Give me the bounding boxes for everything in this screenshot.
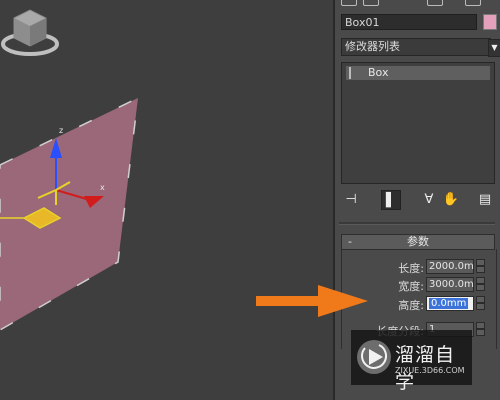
z-axis-label: z: [59, 126, 63, 135]
panel-separator: [339, 222, 495, 225]
modify-tab-icon[interactable]: [363, 0, 379, 6]
height-value-selected: 0.0mm: [429, 298, 469, 309]
perspective-viewport[interactable]: z x: [0, 0, 333, 400]
make-unique-icon[interactable]: ∀: [419, 190, 439, 210]
modifier-list-dropdown[interactable]: 修改器列表 ▼: [341, 38, 500, 57]
length-field[interactable]: 2000.0mm: [426, 259, 474, 274]
watermark-logo-icon: [357, 340, 391, 374]
box-plane[interactable]: [0, 96, 139, 331]
length-segs-spinner[interactable]: [476, 322, 485, 337]
configure-modifier-sets-icon[interactable]: ▤: [475, 190, 495, 210]
stack-item-box[interactable]: Box: [346, 66, 490, 80]
modifier-list-value: 修改器列表: [345, 40, 400, 53]
motion-tab-icon[interactable]: [427, 0, 443, 6]
length-label: 长度:: [398, 262, 424, 275]
parameters-rollout-header[interactable]: - 参数: [341, 234, 495, 250]
viewport-scene: z x: [0, 96, 139, 331]
viewcube-icon[interactable]: [0, 0, 60, 58]
utilities-tab-icon[interactable]: [465, 0, 481, 6]
modifier-stack[interactable]: Box: [341, 62, 495, 184]
height-spinner[interactable]: [476, 296, 485, 311]
annotation-arrow-icon: [256, 285, 368, 317]
length-param-row: 长度: 2000.0mm: [342, 259, 496, 275]
object-name-field[interactable]: Box01: [341, 14, 477, 30]
remove-modifier-icon[interactable]: ✋: [441, 190, 461, 210]
height-field[interactable]: 0.0mm: [426, 296, 474, 311]
width-spinner[interactable]: [476, 277, 485, 292]
rollout-title: 参数: [407, 235, 429, 248]
watermark: 溜溜自学 ZIXUE.3D66.COM: [351, 330, 472, 393]
chevron-down-icon[interactable]: ▼: [488, 39, 500, 57]
x-axis-label: x: [100, 183, 105, 192]
pin-stack-icon[interactable]: ⊣: [341, 190, 361, 210]
stack-item-label: Box: [368, 66, 389, 79]
object-color-swatch[interactable]: [483, 14, 497, 30]
height-label: 高度:: [398, 299, 424, 312]
show-end-result-icon[interactable]: ▌: [381, 190, 401, 210]
width-label: 宽度:: [398, 280, 424, 293]
command-panel-tabs: [335, 0, 500, 8]
width-field[interactable]: 3000.0mm: [426, 277, 474, 292]
stack-toolbar: ⊣ ▌ ∀ ✋ ▤: [341, 188, 497, 212]
create-tab-icon[interactable]: [341, 0, 357, 6]
watermark-url: ZIXUE.3D66.COM: [395, 366, 465, 375]
length-spinner[interactable]: [476, 259, 485, 274]
stack-item-indicator: [349, 67, 351, 79]
